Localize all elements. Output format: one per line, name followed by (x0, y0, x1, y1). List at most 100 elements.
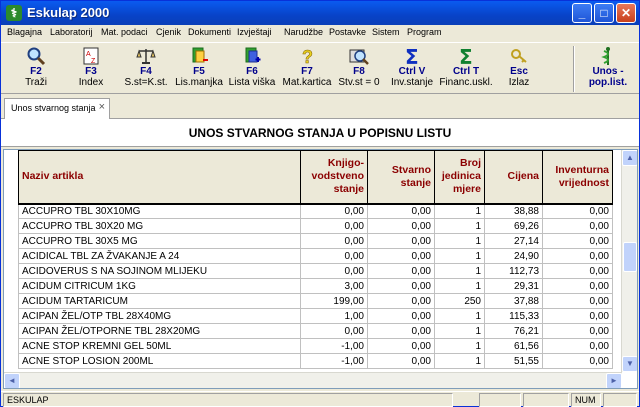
scroll-right-button[interactable]: ► (606, 373, 622, 388)
toolbar-button-sst-kst[interactable]: F4 S.st=K.st. (120, 46, 172, 92)
cell-broj-jedinica: 1 (434, 323, 485, 339)
toolbar-button-stv-st-zero[interactable]: F8 Stv.st = 0 (335, 46, 383, 92)
toolbar-button-trazi[interactable]: F2 Traži (13, 46, 59, 92)
svg-text:Σ: Σ (459, 46, 473, 66)
close-button[interactable]: ✕ (616, 3, 636, 23)
menu-program[interactable]: Program (407, 27, 442, 37)
close-icon[interactable]: × (99, 101, 105, 113)
window-title: Eskulap 2000 (27, 5, 110, 20)
cell-stvarno[interactable]: 0,00 (367, 278, 435, 294)
table-row[interactable]: ACCUPRO TBL 30X20 MG 0,00 0,00 1 69,26 0,00 (18, 218, 613, 234)
maximize-button[interactable]: □ (594, 3, 614, 23)
cell-cijena: 115,33 (484, 308, 543, 324)
cell-cijena: 37,88 (484, 293, 543, 309)
toolbar-key: F5 (193, 66, 205, 77)
scroll-thumb[interactable] (623, 242, 637, 272)
cell-broj-jedinica: 1 (434, 233, 485, 249)
table-row[interactable]: ACIDOVERUS S NA SOJINOM MLIJEKU 0,00 0,00 1… (18, 263, 613, 279)
table-row[interactable]: ACIPAN ŽEL/OTP TBL 28X40MG 1,00 0,00 1 115,3… (18, 308, 613, 324)
status-num: NUM (571, 393, 601, 407)
cell-stvarno[interactable]: 0,00 (367, 338, 435, 354)
toolbar-label: Index (78, 77, 104, 88)
toolbar-button-financ-uskl[interactable]: Σ Ctrl T Financ.uskl. (439, 46, 493, 92)
menu-cjenik[interactable]: Cjenik (156, 27, 181, 37)
cell-naziv: ACIPAN ŽEL/OTPORNE TBL 28X20MG (18, 323, 301, 339)
toolbar-button-mat-kartica[interactable]: ? F7 Mat.kartica (281, 46, 333, 92)
cell-stvarno[interactable]: 0,00 (367, 293, 435, 309)
cell-stvarno[interactable]: 0,00 (367, 218, 435, 234)
cell-stvarno[interactable]: 0,00 (367, 203, 435, 219)
caduceus-icon: ⚕ (6, 5, 22, 21)
cell-inventurna: 0,00 (542, 263, 613, 279)
scroll-left-button[interactable]: ◄ (4, 373, 20, 388)
table-row[interactable]: ACIPAN ŽEL/OTPORNE TBL 28X20MG 0,00 0,00 1 7… (18, 323, 613, 339)
cell-stvarno[interactable]: 0,00 (367, 308, 435, 324)
tab-unos-stvarnog-stanja[interactable]: Unos stvarnog stanja × (4, 98, 110, 119)
column-header-naziv[interactable]: Naziv artikla (18, 150, 301, 205)
toolbar-button-izlaz[interactable]: Esc Izlaz (499, 46, 539, 92)
toolbar-key: Esc (510, 66, 528, 77)
status-panel (603, 393, 637, 407)
toolbar-button-lista-manjka[interactable]: F5 Lis.manjka (173, 46, 225, 92)
table-row[interactable]: ACCUPRO TBL 30X10MG 0,00 0,00 1 38,88 0,00 (18, 203, 613, 219)
cell-knjigovodstveno: -1,00 (300, 353, 368, 369)
cell-cijena: 27,14 (484, 233, 543, 249)
minimize-button[interactable]: _ (572, 3, 592, 23)
table-row[interactable]: ACNE STOP KREMNI GEL 50ML -1,00 0,00 1 61,56… (18, 338, 613, 354)
title-bar[interactable]: ⚕ Eskulap 2000 _ □ ✕ (1, 1, 639, 25)
table-row[interactable]: ACCUPRO TBL 30X5 MG 0,00 0,00 1 27,14 0,00 (18, 233, 613, 249)
menu-mat-podaci[interactable]: Mat. podaci (101, 27, 148, 37)
cell-inventurna: 0,00 (542, 353, 613, 369)
cell-stvarno[interactable]: 0,00 (367, 353, 435, 369)
scroll-down-button[interactable]: ▼ (622, 356, 637, 372)
column-header-broj-jedinica[interactable]: Broj jedinica mjere (434, 150, 485, 205)
menu-dokumenti[interactable]: Dokumenti (188, 27, 231, 37)
column-header-knjigovodstveno[interactable]: Knjigo- vodstveno stanje (300, 150, 368, 205)
sort-az-icon: AZ (83, 47, 99, 65)
menu-blagajna[interactable]: Blagajna (7, 27, 42, 37)
tab-strip: Unos stvarnog stanja × (1, 95, 639, 119)
scroll-up-button[interactable]: ▲ (622, 150, 637, 166)
menu-sistem[interactable]: Sistem (372, 27, 400, 37)
horizontal-scrollbar[interactable]: ◄ ► (4, 372, 622, 388)
status-panel (523, 393, 569, 407)
cell-knjigovodstveno: 0,00 (300, 248, 368, 264)
table-row[interactable]: ACNE STOP LOSION 200ML -1,00 0,00 1 51,55 0,0… (18, 353, 613, 369)
column-header-cijena[interactable]: Cijena (484, 150, 543, 205)
table-row[interactable]: ACIDUM TARTARICUM 199,00 0,00 250 37,88 0,00 (18, 293, 613, 309)
cell-stvarno[interactable]: 0,00 (367, 233, 435, 249)
cell-broj-jedinica: 250 (434, 293, 485, 309)
svg-text:?: ? (302, 47, 313, 66)
svg-text:A: A (86, 51, 91, 58)
cell-stvarno[interactable]: 0,00 (367, 323, 435, 339)
toolbar-button-lista-viska[interactable]: F6 Lista viška (226, 46, 278, 92)
table-row[interactable]: ACIDUM CITRICUM 1KG 3,00 0,00 1 29,31 0,00 (18, 278, 613, 294)
toolbar-button-inv-stanje[interactable]: Σ Ctrl V Inv.stanje (387, 46, 437, 92)
search-icon (27, 47, 46, 66)
film-search-icon (349, 49, 369, 65)
menu-postavke[interactable]: Postavke (329, 27, 366, 37)
menu-laboratorij[interactable]: Laboratorij (50, 27, 93, 37)
toolbar-button-index[interactable]: AZ F3 Index (67, 46, 115, 92)
cell-knjigovodstveno: 0,00 (300, 323, 368, 339)
menu-izvjestaji[interactable]: Izvještaji (237, 27, 272, 37)
cell-stvarno[interactable]: 0,00 (367, 263, 435, 279)
toolbar-separator (573, 46, 575, 92)
cell-inventurna: 0,00 (542, 203, 613, 219)
document-minus-icon (192, 47, 208, 63)
cell-stvarno[interactable]: 0,00 (367, 248, 435, 264)
cell-cijena: 112,73 (484, 263, 543, 279)
column-header-stvarno[interactable]: Stvarno stanje (367, 150, 435, 205)
cell-naziv: ACNE STOP KREMNI GEL 50ML (18, 338, 301, 354)
cell-broj-jedinica: 1 (434, 218, 485, 234)
caduceus-icon (601, 47, 610, 65)
vertical-scrollbar[interactable]: ▲ ▼ (621, 150, 637, 372)
table-row[interactable]: ACIDICAL TBL ZA ŽVAKANJE A 24 0,00 0,00 1 24… (18, 248, 613, 264)
toolbar-key: F7 (301, 66, 313, 77)
sum-blue-icon: Σ (405, 46, 419, 66)
column-header-inventurna[interactable]: Inventurna vrijednost (542, 150, 613, 205)
toolbar-button-unos-pop-list[interactable]: Unos - pop.list. (581, 46, 635, 92)
menu-narudzbe[interactable]: Narudžbe (284, 27, 323, 37)
toolbar-key: F2 (30, 66, 42, 77)
cell-naziv: ACNE STOP LOSION 200ML (18, 353, 301, 369)
